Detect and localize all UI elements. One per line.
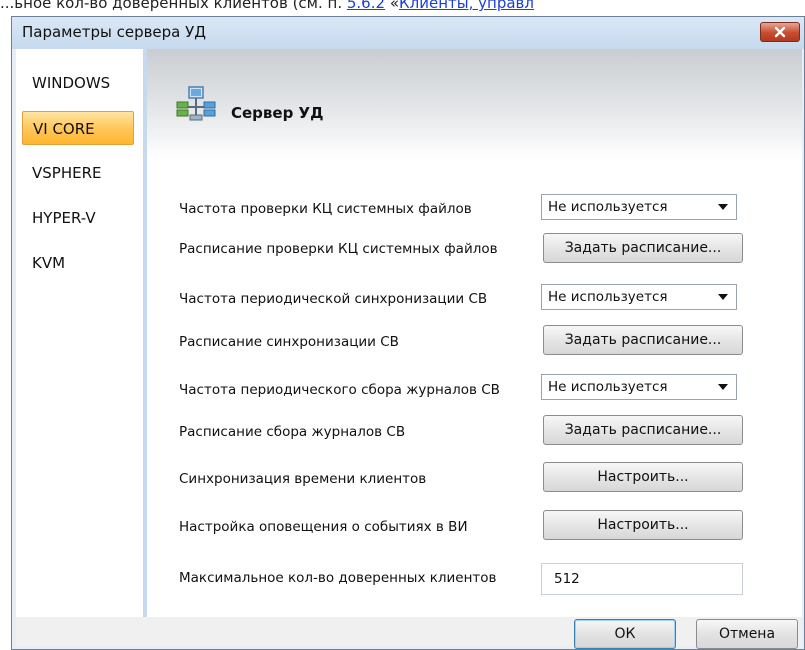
sidebar-item-vi-core[interactable]: VI CORE	[22, 111, 134, 145]
platform-sidebar: WINDOWS VI CORE VSPHERE HYPER-V KVM	[16, 49, 147, 617]
log-schedule-button[interactable]: Задать расписание...	[543, 415, 743, 445]
sidebar-item-hyper-v[interactable]: HYPER-V	[22, 201, 134, 235]
dialog-footer: ОК Отмена	[16, 617, 802, 649]
sync-frequency-label: Частота периодической синхронизации СВ	[179, 291, 488, 307]
server-settings-dialog: Параметры сервера УД WINDOWS VI CORE VSP…	[11, 16, 805, 650]
kc-frequency-value: Не используется	[548, 199, 668, 215]
sync-frequency-select[interactable]: Не используется	[541, 284, 737, 310]
section-title: Сервер УД	[231, 104, 324, 122]
kc-frequency-label: Частота проверки КЦ системных файлов	[179, 201, 472, 217]
log-frequency-label: Частота периодического сбора журналов СВ	[179, 382, 500, 398]
time-sync-button[interactable]: Настроить...	[543, 462, 743, 492]
chevron-down-icon	[718, 294, 728, 300]
log-frequency-value: Не используется	[548, 379, 668, 395]
dialog-client-area: WINDOWS VI CORE VSPHERE HYPER-V KVM Серв…	[16, 49, 802, 649]
max-clients-input[interactable]: 512	[541, 563, 743, 595]
kc-frequency-select[interactable]: Не используется	[541, 194, 737, 220]
chevron-down-icon	[718, 204, 728, 210]
kc-schedule-label: Расписание проверки КЦ системных файлов	[179, 241, 498, 257]
title-bar: Параметры сервера УД	[12, 17, 804, 49]
chevron-down-icon	[718, 384, 728, 390]
server-network-icon	[176, 86, 216, 121]
sync-schedule-button[interactable]: Задать расписание...	[543, 325, 743, 355]
sync-frequency-value: Не используется	[548, 289, 668, 305]
doc-text-fragment: «	[385, 0, 399, 12]
cancel-button[interactable]: Отмена	[696, 619, 798, 649]
log-frequency-select[interactable]: Не используется	[541, 374, 737, 400]
doc-link-section[interactable]: 5.6.2	[347, 0, 385, 12]
time-sync-label: Синхронизация времени клиентов	[179, 471, 427, 487]
kc-schedule-button[interactable]: Задать расписание...	[543, 233, 743, 263]
close-button[interactable]	[760, 22, 800, 42]
dialog-title: Параметры сервера УД	[22, 23, 207, 41]
notify-label: Настройка оповещения о событиях в ВИ	[179, 519, 468, 535]
doc-link-clients[interactable]: Клиенты, управл	[399, 0, 534, 12]
log-schedule-label: Расписание сбора журналов СВ	[179, 424, 406, 440]
sidebar-item-kvm[interactable]: KVM	[22, 246, 134, 280]
sync-schedule-label: Расписание синхронизации СВ	[179, 334, 399, 350]
notify-button[interactable]: Настроить...	[543, 510, 743, 540]
close-icon	[774, 26, 786, 38]
sidebar-item-vsphere[interactable]: VSPHERE	[22, 156, 134, 190]
doc-text-fragment: ...ьное кол-во доверенных клиентов (см. …	[0, 0, 347, 12]
max-clients-label: Максимальное кол-во доверенных клиентов	[179, 570, 497, 586]
settings-panel: Сервер УД Частота проверки КЦ системных …	[147, 49, 802, 617]
background-document-text: ...ьное кол-во доверенных клиентов (см. …	[0, 0, 805, 16]
ok-button[interactable]: ОК	[574, 619, 676, 649]
sidebar-item-windows[interactable]: WINDOWS	[22, 66, 134, 100]
